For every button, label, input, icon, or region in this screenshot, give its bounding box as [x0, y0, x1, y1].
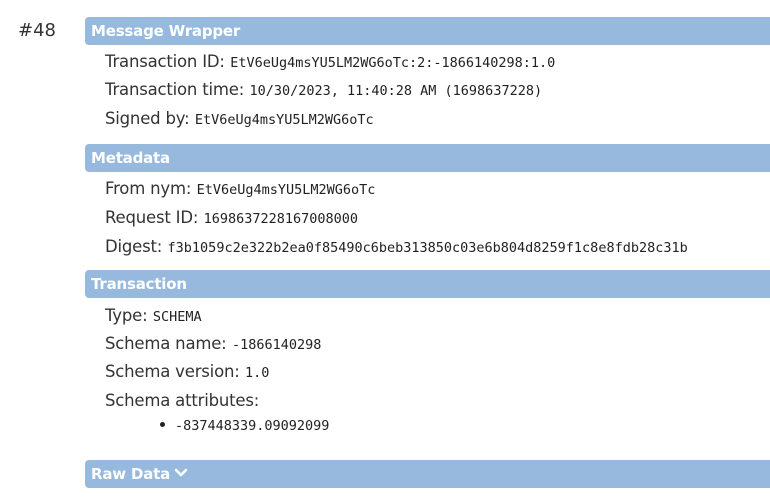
transaction-id-row: Transaction ID: EtV6eUg4msYU5LM2WG6oTc:2…: [105, 52, 555, 72]
schema-name-row: Schema name: -1866140298: [105, 334, 321, 354]
digest-label: Digest:: [105, 237, 163, 256]
schema-attribute-value: -837448339.09092099: [175, 418, 330, 434]
signed-by-label: Signed by:: [105, 109, 190, 128]
transaction-id-label: Transaction ID:: [105, 52, 225, 71]
from-nym-value: EtV6eUg4msYU5LM2WG6oTc: [196, 182, 376, 198]
from-nym-label: From nym:: [105, 179, 192, 198]
schema-attributes-row: Schema attributes:: [105, 391, 259, 411]
digest-row: Digest: f3b1059c2e322b2ea0f85490c6beb313…: [105, 237, 688, 257]
schema-attribute-item: -837448339.09092099: [160, 418, 329, 434]
transaction-detail: #48 Message Wrapper Transaction ID: EtV6…: [0, 0, 770, 500]
type-label: Type:: [105, 306, 148, 325]
transaction-time-label: Transaction time:: [105, 80, 245, 99]
request-id-value: 1698637228167008000: [203, 211, 359, 227]
schema-version-label: Schema version:: [105, 362, 240, 381]
section-header-metadata: Metadata: [85, 144, 770, 172]
schema-attributes-label: Schema attributes:: [105, 391, 260, 410]
transaction-time-row: Transaction time: 10/30/2023, 11:40:28 A…: [105, 80, 542, 100]
schema-attributes-list: -837448339.09092099: [160, 418, 329, 434]
signed-by-value: EtV6eUg4msYU5LM2WG6oTc: [194, 112, 374, 128]
schema-version-value: 1.0: [244, 365, 270, 381]
digest-value: f3b1059c2e322b2ea0f85490c6beb313850c03e6…: [167, 240, 688, 256]
schema-version-row: Schema version: 1.0: [105, 362, 269, 382]
request-id-row: Request ID: 1698637228167008000: [105, 208, 358, 228]
type-value: SCHEMA: [152, 309, 202, 325]
bullet-icon: [160, 422, 165, 427]
transaction-id-value: EtV6eUg4msYU5LM2WG6oTc:2:-1866140298:1.0: [230, 55, 556, 71]
transaction-time-value: 10/30/2023, 11:40:28 AM (1698637228): [249, 83, 543, 99]
from-nym-row: From nym: EtV6eUg4msYU5LM2WG6oTc: [105, 179, 375, 199]
chevron-down-icon: [174, 459, 188, 487]
raw-data-label: Raw Data: [91, 465, 171, 483]
section-header-message-wrapper: Message Wrapper: [85, 17, 770, 45]
type-row: Type: SCHEMA: [105, 306, 202, 326]
schema-name-value: -1866140298: [231, 337, 322, 353]
signed-by-row: Signed by: EtV6eUg4msYU5LM2WG6oTc: [105, 109, 374, 129]
raw-data-toggle[interactable]: Raw Data: [85, 460, 770, 488]
request-id-label: Request ID:: [105, 208, 199, 227]
transaction-number: #48: [18, 20, 56, 41]
schema-name-label: Schema name:: [105, 334, 227, 353]
section-header-transaction: Transaction: [85, 270, 770, 298]
